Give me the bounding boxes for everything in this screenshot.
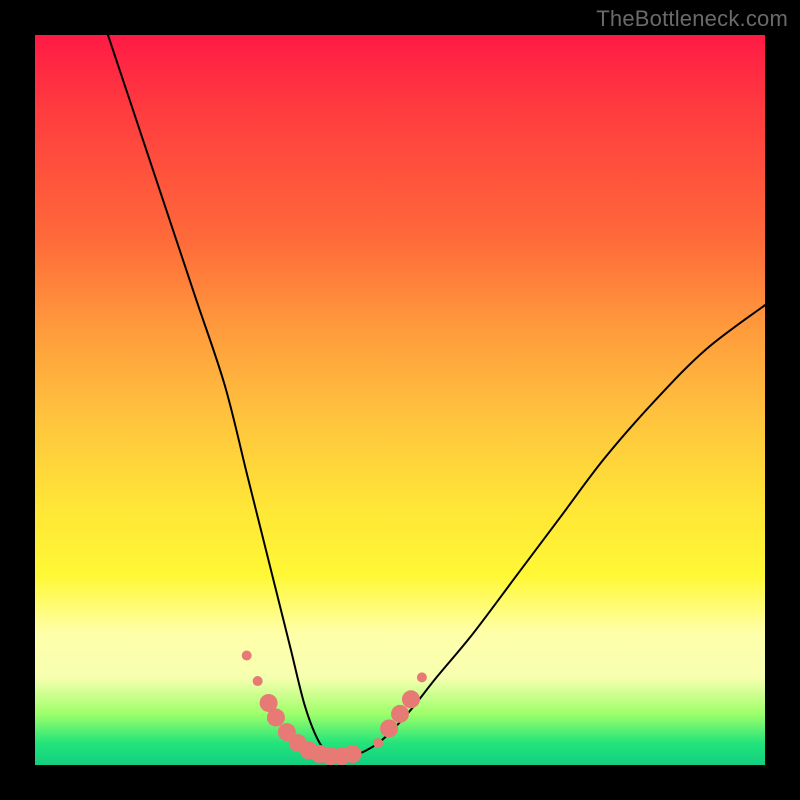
highlight-dot xyxy=(253,676,263,686)
highlight-dot xyxy=(402,690,420,708)
highlight-dot xyxy=(380,720,398,738)
highlight-dot xyxy=(267,709,285,727)
chart-frame: TheBottleneck.com xyxy=(0,0,800,800)
highlight-dot xyxy=(391,705,409,723)
marker-group xyxy=(242,651,427,766)
plot-area xyxy=(35,35,765,765)
chart-svg xyxy=(35,35,765,765)
highlight-dot xyxy=(242,651,252,661)
highlight-dot xyxy=(344,745,362,763)
highlight-dot xyxy=(417,672,427,682)
highlight-dot xyxy=(373,738,383,748)
watermark-text: TheBottleneck.com xyxy=(596,6,788,32)
bottleneck-curve-path xyxy=(108,35,765,760)
